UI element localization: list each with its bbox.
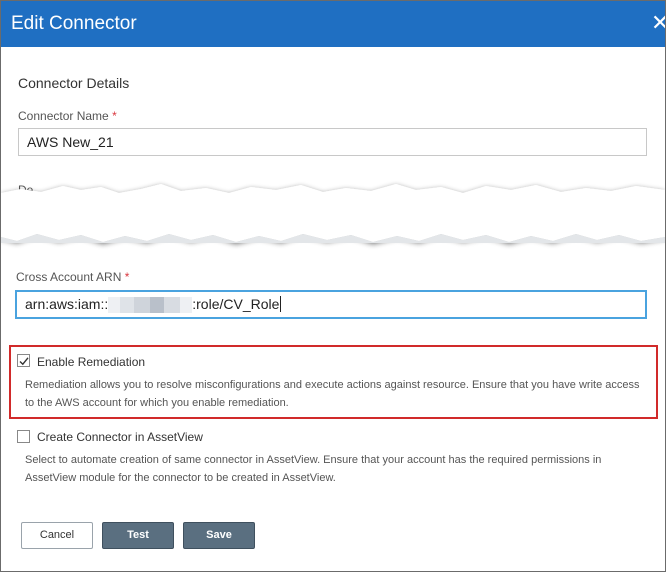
arn-prefix: arn:aws:iam:: [25, 296, 109, 312]
cancel-button[interactable]: Cancel [21, 522, 93, 549]
edit-connector-dialog: Edit Connector ✕ Connector Details Conne… [0, 0, 666, 572]
save-button[interactable]: Save [183, 522, 255, 549]
cross-account-arn-label-text: Cross Account ARN [16, 270, 122, 284]
dialog-title: Edit Connector [11, 13, 137, 34]
test-button[interactable]: Test [102, 522, 174, 549]
dialog-header: Edit Connector ✕ [1, 1, 665, 47]
enable-remediation-label[interactable]: Enable Remediation [37, 355, 145, 369]
required-marker: * [112, 109, 117, 123]
create-assetview-connector-label[interactable]: Create Connector in AssetView [37, 430, 203, 444]
close-icon[interactable]: ✕ [651, 10, 665, 36]
remediation-description: Remediation allows you to resolve miscon… [25, 379, 640, 409]
connector-name-label-text: Connector Name [18, 109, 109, 123]
enable-remediation-checkbox[interactable] [17, 354, 30, 367]
cross-account-arn-input[interactable]: arn:aws:iam:::role/CV_Role [15, 290, 647, 319]
assetview-description: Select to automate creation of same conn… [25, 454, 602, 484]
create-assetview-connector-checkbox[interactable] [17, 430, 30, 443]
connector-name-input[interactable]: AWS New_21 [18, 128, 647, 156]
torn-edge-overlay [1, 184, 665, 243]
required-marker: * [124, 270, 130, 284]
text-caret [280, 296, 282, 313]
connector-name-label: Connector Name * [18, 109, 117, 123]
arn-suffix: :role/CV_Role [192, 296, 280, 312]
cross-account-arn-label: Cross Account ARN * [16, 270, 129, 284]
redacted-account-id [108, 296, 193, 314]
checkmark-icon [19, 357, 29, 366]
section-title: Connector Details [18, 75, 130, 91]
